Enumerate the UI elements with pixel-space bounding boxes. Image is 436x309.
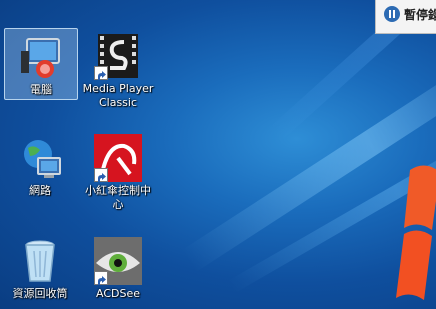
shortcut-arrow-icon: [94, 271, 108, 285]
shortcut-arrow-icon: [94, 168, 108, 182]
pause-recording-label: 暫停錄: [404, 7, 436, 22]
desktop-icon-recycle-bin[interactable]: 資源回收筒: [4, 233, 76, 301]
desktop-icon-label: 網路: [29, 184, 51, 197]
desktop-icon-label: 電腦: [30, 83, 52, 96]
desktop-icon-label: ACDSee: [96, 287, 140, 300]
media-player-classic-icon: [94, 32, 142, 80]
desktop: 電腦 Media Player Classic 網路 小紅傘控制中心 資源回收筒…: [0, 0, 436, 309]
desktop-icon-computer[interactable]: 電腦: [4, 28, 78, 100]
desktop-icon-label: 資源回收筒: [12, 287, 68, 300]
shortcut-arrow-icon: [94, 66, 108, 80]
desktop-icon-acdsee[interactable]: ACDSee: [82, 233, 154, 301]
desktop-icon-label: 小紅傘控制中心: [85, 184, 151, 211]
network-icon: [16, 134, 64, 182]
recycle-bin-icon: [16, 237, 64, 285]
windows-logo: [396, 165, 436, 300]
acdsee-eye-icon: [94, 237, 142, 285]
desktop-icon-network[interactable]: 網路: [4, 130, 76, 198]
desktop-icon-media-player-classic[interactable]: Media Player Classic: [82, 28, 154, 110]
computer-icon: [17, 33, 65, 81]
desktop-icon-avira-control-center[interactable]: 小紅傘控制中心: [82, 130, 154, 212]
recording-toolbar: 暫停錄: [375, 0, 436, 34]
pause-recording-button[interactable]: 暫停錄: [384, 5, 436, 23]
desktop-icon-label: Media Player Classic: [82, 82, 154, 109]
avira-umbrella-icon: [94, 134, 142, 182]
pause-icon: [384, 6, 400, 22]
